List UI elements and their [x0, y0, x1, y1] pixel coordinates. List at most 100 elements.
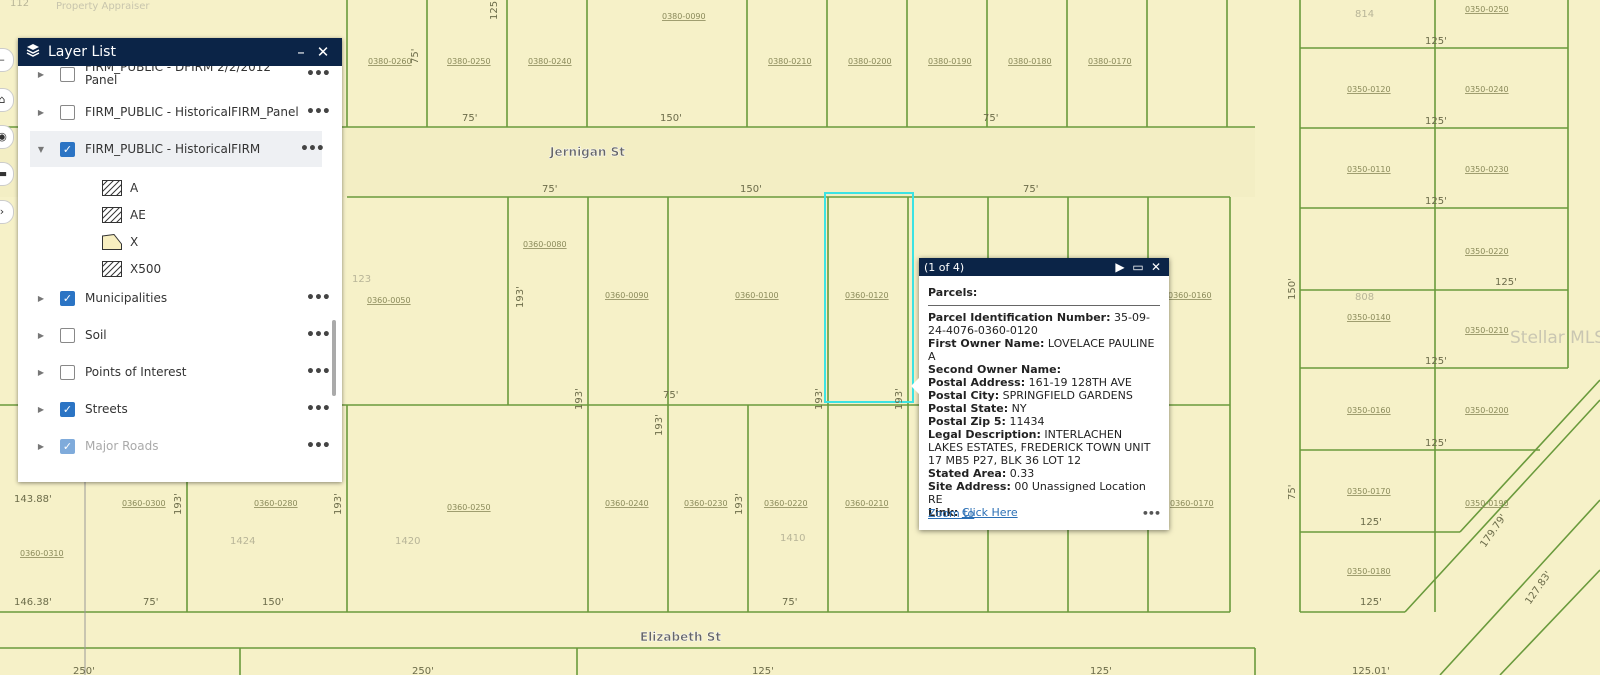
layer-list-scrollbar[interactable] [332, 320, 336, 396]
attribute-field: Site Address: 00 Unassigned Location RE [928, 480, 1160, 506]
layer-row[interactable]: ▶ Points of Interest ••• [18, 354, 331, 390]
more-options-button[interactable]: ••• [306, 66, 331, 82]
expand-icon[interactable]: ▶ [36, 108, 46, 117]
dimension-label: 125' [1425, 116, 1447, 127]
dimension-label: 75' [983, 113, 998, 124]
parcel-id: 0350-0220 [1465, 247, 1509, 256]
close-icon[interactable]: ✕ [1147, 260, 1165, 274]
expand-icon[interactable]: ▶ [36, 368, 46, 377]
layer-row[interactable]: ▶ ✓ Streets ••• [18, 391, 331, 427]
maximize-icon[interactable]: ▭ [1129, 260, 1147, 274]
dimension-label: 150' [660, 113, 682, 124]
lot-number: 1424 [230, 536, 255, 547]
parcel-id: 0360-0300 [122, 499, 166, 508]
popup-header: (1 of 4) ▶ ▭ ✕ [919, 258, 1169, 276]
more-options-button[interactable]: ••• [306, 327, 331, 343]
parcel-id: 0360-0120 [845, 291, 889, 300]
layer-row[interactable]: ▶ Soil ••• [18, 317, 331, 353]
zone-x-swatch-icon [102, 234, 122, 250]
attribute-field: Postal State: NY [928, 402, 1160, 415]
parcel-id: 0360-0090 [605, 291, 649, 300]
lot-number: 123 [352, 274, 371, 285]
layer-checkbox-checked[interactable]: ✓ [60, 290, 75, 306]
attribute-field: First Owner Name: LOVELACE PAULINE A [928, 337, 1160, 363]
next-feature-icon[interactable]: ▶ [1111, 260, 1129, 274]
parcel-id: 0380-0090 [662, 12, 706, 21]
field-key: Postal Zip 5: [928, 415, 1006, 428]
parcel-id: 0350-0200 [1465, 406, 1509, 415]
legend-label: AE [130, 208, 146, 222]
expand-icon[interactable]: ▶ [36, 331, 46, 340]
expand-icon[interactable]: ▶ [36, 442, 46, 451]
top-faint-label: Property Appraiser [56, 1, 150, 12]
layer-label: Soil [85, 328, 107, 342]
dimension-label: 75' [663, 390, 678, 401]
layer-checkbox-checked[interactable]: ✓ [60, 141, 75, 157]
popup-footer: Zoom to ••• [928, 507, 1161, 520]
layer-checkbox[interactable] [60, 104, 75, 120]
layer-row[interactable]: ▶ ✓ Major Roads ••• [18, 428, 331, 464]
layer-row-selected[interactable]: ▼ ✓ FIRM_PUBLIC - HistoricalFIRM ••• [30, 131, 325, 167]
popup-title: Parcels: [928, 286, 978, 299]
parcel-id: 0360-0160 [1168, 291, 1212, 300]
hatch-swatch-icon [102, 180, 122, 196]
field-value: 11434 [1009, 415, 1045, 428]
layer-checkbox-checked[interactable]: ✓ [60, 401, 75, 417]
more-options-button[interactable]: ••• [306, 364, 331, 380]
dimension-label: 75' [1023, 184, 1038, 195]
attribute-field: Postal City: SPRINGFIELD GARDENS [928, 389, 1160, 402]
attribute-field: Second Owner Name: [928, 363, 1160, 376]
dimension-label: 125' [1425, 356, 1447, 367]
dimension-label: 125' [752, 666, 774, 675]
dimension-label: 150' [262, 597, 284, 608]
collapse-icon[interactable]: ▼ [36, 145, 46, 154]
dimension-label: 75' [542, 184, 557, 195]
expand-icon[interactable]: ▶ [36, 294, 46, 303]
parcel-id: 0350-0180 [1347, 567, 1391, 576]
layer-row[interactable]: ▶ ✓ Municipalities ••• [18, 280, 331, 316]
field-key: Second Owner Name: [928, 363, 1062, 376]
lot-number: 1410 [780, 533, 805, 544]
more-options-button[interactable]: ••• [300, 141, 325, 157]
expand-icon[interactable]: ▶ [36, 405, 46, 414]
parcel-id: 0360-0310 [20, 549, 64, 558]
dimension-label: 193' [814, 388, 825, 410]
layer-list-body: ▶ FIRM_PUBLIC - DFIRM 2/2/2012 Panel •••… [18, 66, 342, 482]
layer-row[interactable]: ▶ FIRM_PUBLIC - HistoricalFIRM_Panel ••• [18, 94, 331, 130]
parcel-id: 0360-0250 [447, 503, 491, 512]
layer-checkbox[interactable] [60, 327, 75, 343]
legend-label: A [130, 181, 139, 195]
more-options-button[interactable]: ••• [306, 290, 331, 306]
legend-item: X500 [102, 258, 161, 280]
layer-row[interactable]: ▶ FIRM_PUBLIC - DFIRM 2/2/2012 Panel ••• [18, 66, 331, 92]
zoom-to-link[interactable]: Zoom to [928, 507, 1142, 520]
parcel-id: 0380-0170 [1088, 57, 1132, 66]
layer-label: FIRM_PUBLIC - HistoricalFIRM_Panel [85, 105, 299, 119]
dimension-label: 250' [412, 666, 434, 675]
field-value: SPRINGFIELD GARDENS [1002, 389, 1133, 402]
legend-item: AE [102, 204, 146, 226]
parcel-id: 0350-0110 [1347, 165, 1391, 174]
field-key: Postal City: [928, 389, 1000, 402]
more-options-button[interactable]: ••• [306, 401, 331, 417]
field-value: 161-19 128TH AVE [1028, 376, 1132, 389]
close-button[interactable]: ✕ [312, 43, 334, 61]
more-options-button[interactable]: ••• [306, 104, 331, 120]
layer-checkbox-checked[interactable]: ✓ [60, 438, 75, 454]
popup-more-button[interactable]: ••• [1142, 507, 1161, 520]
more-options-button[interactable]: ••• [306, 438, 331, 454]
attribute-field: Postal Zip 5: 11434 [928, 415, 1160, 428]
parcel-id: 0350-0210 [1465, 326, 1509, 335]
dimension-label: 125' [1360, 517, 1382, 528]
dimension-label: 193' [333, 493, 344, 515]
layer-checkbox[interactable] [60, 364, 75, 380]
expand-icon[interactable]: ▶ [36, 70, 46, 79]
watermark: Stellar MLS [1510, 328, 1600, 348]
minimize-button[interactable]: – [290, 43, 312, 61]
layer-list-title: Layer List [48, 44, 116, 60]
dimension-label: 75' [462, 113, 477, 124]
parcel-id: 0360-0280 [254, 499, 298, 508]
parcel-id: 0350-0250 [1465, 5, 1509, 14]
dimension-label: 193' [574, 388, 585, 410]
layer-checkbox[interactable] [60, 66, 75, 82]
